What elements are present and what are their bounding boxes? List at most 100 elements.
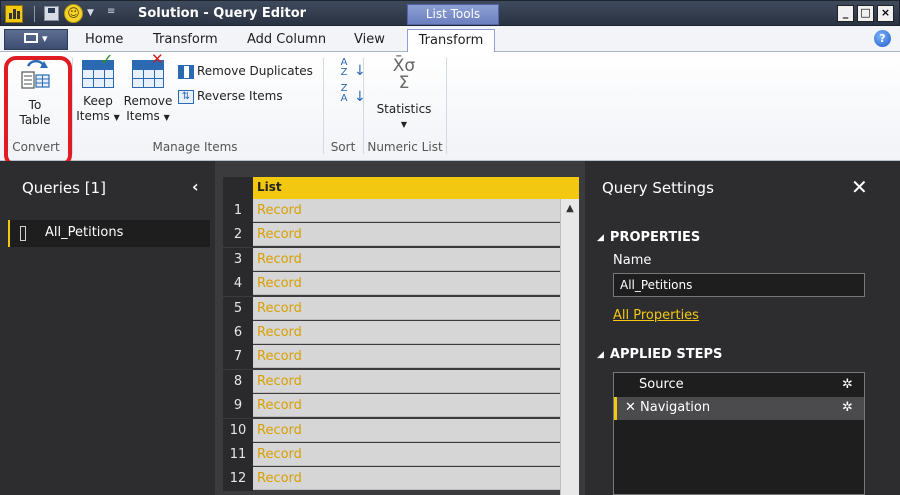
remove-items-label-line1: Remove [123,94,173,108]
step-navigation[interactable]: ✕ Navigation ✲ [614,397,864,420]
name-field-label: Name [613,253,652,268]
help-icon[interactable]: ? [874,30,891,47]
row-number[interactable]: 4 [223,272,253,297]
power-bi-app-icon[interactable] [5,5,23,23]
record-cell[interactable]: Record [253,443,560,466]
chevron-down-icon: ▼ [113,113,120,122]
file-menu-icon [24,33,39,43]
keep-items-label-line1: Keep [83,94,113,108]
statistics-label: Statistics [376,102,432,116]
smile-feedback-icon[interactable]: ☺ [64,4,83,23]
remove-duplicates-icon [178,64,194,79]
convert-highlight-callout [4,56,72,167]
remove-duplicates-button[interactable]: Remove Duplicates [178,61,313,81]
gear-icon[interactable]: ✲ [842,374,853,396]
minimize-button[interactable]: _ [837,5,854,22]
row-number[interactable]: 5 [223,296,253,321]
properties-title: PROPERTIES [609,230,701,245]
table-row[interactable]: 10 Record [223,418,560,443]
record-cell[interactable]: Record [253,199,560,222]
table-row[interactable]: 1 Record [223,199,560,223]
row-number[interactable]: 8 [223,369,253,394]
sort-ascending-button[interactable]: A Z ↓ [334,58,366,82]
maximize-button[interactable]: □ [857,5,874,22]
step-source[interactable]: Source ✲ [614,374,864,397]
customize-qat-icon[interactable]: ≡ [107,6,115,17]
record-cell[interactable]: Record [253,321,560,344]
group-label-manage-items: Manage Items [152,140,238,154]
ribbon-tab-row: ▾ Home Transform Add Column View Transfo… [0,26,900,53]
reverse-items-button[interactable]: ⇅ Reverse Items [178,86,283,106]
tab-view[interactable]: View [344,29,395,53]
group-label-sort: Sort [330,140,356,154]
triangle-down-icon: ◢ [597,350,604,360]
record-cell[interactable]: Record [253,272,560,296]
row-number[interactable]: 6 [223,321,253,345]
table-row[interactable]: 4 Record [223,272,560,297]
remove-items-button[interactable]: ✕ Remove Items ▼ [122,52,174,125]
tab-add-column[interactable]: Add Column [237,29,336,53]
row-number[interactable]: 12 [223,467,253,492]
group-label-numeric-list: Numeric List [367,140,443,154]
collapse-panel-icon[interactable]: ‹ [192,177,199,196]
table-row[interactable]: 9 Record [223,394,560,419]
row-number[interactable]: 9 [223,394,253,419]
gear-icon[interactable]: ✲ [842,397,853,419]
row-number[interactable]: 1 [223,199,253,223]
table-row[interactable]: 6 Record [223,321,560,345]
chevron-down-icon[interactable]: ▼ [87,8,94,18]
scroll-up-icon[interactable]: ▲ [561,201,579,217]
group-separator [323,58,324,154]
reverse-items-icon: ⇅ [178,89,194,104]
table-row[interactable]: 8 Record [223,369,560,394]
keep-items-button[interactable]: ✓ Keep Items ▼ [76,52,120,125]
save-icon[interactable] [44,6,59,21]
triangle-down-icon: ◢ [597,233,604,243]
row-number[interactable]: 7 [223,345,253,370]
close-window-button[interactable]: × [877,5,894,22]
record-cell[interactable]: Record [253,418,560,442]
applied-steps-section-header[interactable]: ◢ APPLIED STEPS [597,347,722,362]
row-number[interactable]: 2 [223,223,253,248]
query-name-input[interactable]: All_Petitions [613,273,865,297]
record-cell[interactable]: Record [253,296,560,320]
table-row[interactable]: 5 Record [223,296,560,321]
chevron-down-icon: ▼ [163,113,170,122]
grid-select-all-corner[interactable] [223,177,253,199]
all-properties-link[interactable]: All Properties [613,308,699,323]
step-label: Navigation [640,400,711,415]
remove-items-icon: ✕ [132,52,164,88]
applied-steps-list: Source ✲ ✕ Navigation ✲ [613,372,865,495]
record-cell[interactable]: Record [253,345,560,369]
record-cell[interactable]: Record [253,467,560,491]
query-item-all-petitions[interactable]: All_Petitions [8,220,210,247]
context-group-list-tools: List Tools [407,4,499,25]
keep-items-icon: ✓ [82,52,114,88]
file-menu-button[interactable]: ▾ [4,29,68,50]
query-settings-title: Query Settings [602,179,714,197]
table-row[interactable]: 2 Record [223,223,560,248]
row-number[interactable]: 3 [223,247,253,272]
properties-section-header[interactable]: ◢ PROPERTIES [597,230,700,245]
row-number[interactable]: 11 [223,443,253,467]
table-row[interactable]: 7 Record [223,345,560,370]
step-label: Source [639,377,684,392]
record-cell[interactable]: Record [253,223,560,247]
row-number[interactable]: 10 [223,418,253,443]
table-row[interactable]: 11 Record [223,443,560,467]
vertical-scrollbar[interactable]: ▲ [560,199,579,495]
query-settings-panel: Query Settings ✕ ◢ PROPERTIES Name All_Pe… [585,161,900,495]
record-cell[interactable]: Record [253,247,560,271]
sort-descending-button[interactable]: Z A ↓ [334,84,366,108]
tab-list-transform[interactable]: Transform [407,29,495,53]
column-header-list[interactable]: List [253,177,579,199]
statistics-button[interactable]: X̄σ Σ Statistics ▼ [372,58,436,132]
table-row[interactable]: 12 Record [223,467,560,492]
delete-step-icon[interactable]: ✕ [625,397,636,419]
close-icon[interactable]: ✕ [851,175,868,199]
record-cell[interactable]: Record [253,394,560,418]
queries-panel: Queries [1] ‹ All_Petitions [0,161,215,495]
column-header-label: List [257,180,282,194]
table-row[interactable]: 3 Record [223,247,560,272]
record-cell[interactable]: Record [253,369,560,393]
